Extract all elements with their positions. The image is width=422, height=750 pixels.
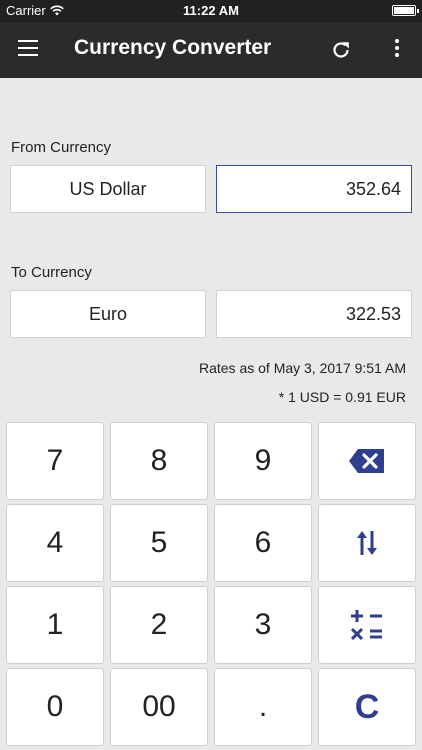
to-amount-field[interactable]: 322.53 (216, 290, 412, 338)
battery-icon (392, 5, 419, 16)
refresh-icon (333, 42, 349, 58)
clear-button[interactable]: C (318, 668, 416, 746)
from-currency-selector[interactable]: US Dollar (10, 165, 206, 213)
backspace-icon (349, 449, 384, 473)
status-bar: Carrier 11:22 AM (0, 0, 422, 22)
key-2[interactable]: 2 (110, 586, 208, 664)
key-3[interactable]: 3 (214, 586, 312, 664)
key-0[interactable]: 0 (6, 668, 104, 746)
key-7[interactable]: 7 (6, 422, 104, 500)
swap-icon (357, 531, 377, 555)
app-bar: Currency Converter (0, 22, 422, 78)
refresh-button[interactable] (330, 39, 352, 61)
key-00[interactable]: 00 (110, 668, 208, 746)
menu-button[interactable] (18, 40, 38, 56)
to-currency-selector[interactable]: Euro (10, 290, 206, 338)
key-4[interactable]: 4 (6, 504, 104, 582)
key-6[interactable]: 6 (214, 504, 312, 582)
backspace-button[interactable] (318, 422, 416, 500)
swap-button[interactable] (318, 504, 416, 582)
key-9[interactable]: 9 (214, 422, 312, 500)
to-currency-label: To Currency (11, 264, 92, 281)
key-5[interactable]: 5 (110, 504, 208, 582)
more-options-button[interactable] (389, 39, 405, 61)
keypad: 7 8 9 4 5 6 1 2 3 0 00 . C (0, 419, 422, 750)
operations-icon (350, 610, 382, 641)
key-decimal[interactable]: . (214, 668, 312, 746)
from-currency-label: From Currency (11, 139, 112, 156)
exchange-rate: * 1 USD = 0.91 EUR (278, 389, 406, 405)
from-amount-field[interactable]: 352.64 (216, 165, 412, 213)
key-8[interactable]: 8 (110, 422, 208, 500)
status-time: 11:22 AM (183, 3, 239, 18)
app-title: Currency Converter (74, 36, 272, 59)
key-1[interactable]: 1 (6, 586, 104, 664)
rates-timestamp: Rates as of May 3, 2017 9:51 AM (198, 360, 406, 376)
operations-button[interactable] (318, 586, 416, 664)
